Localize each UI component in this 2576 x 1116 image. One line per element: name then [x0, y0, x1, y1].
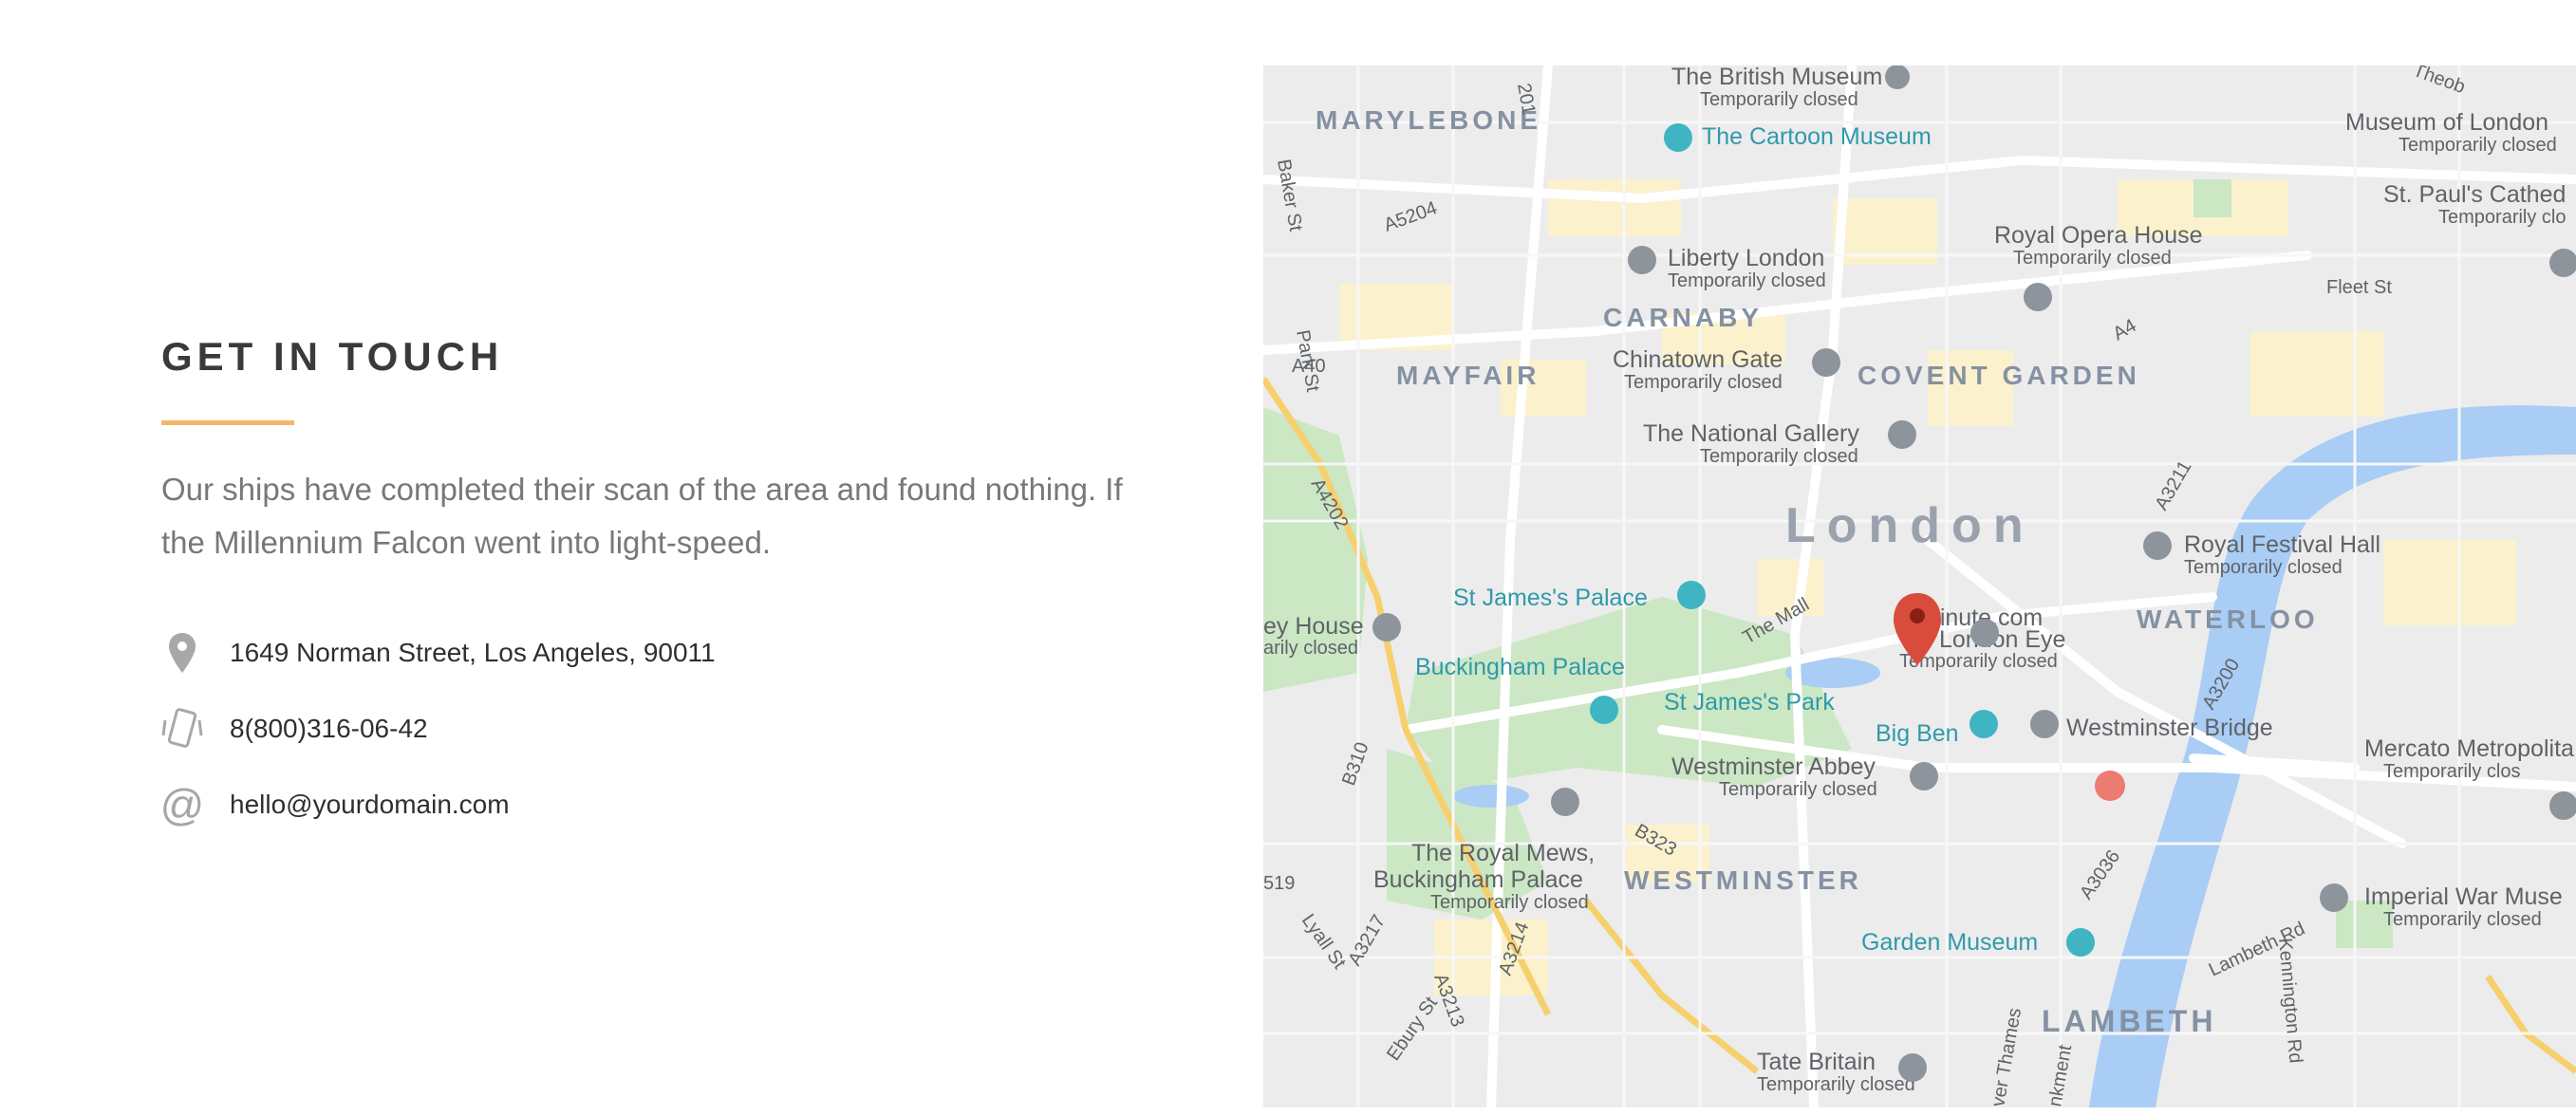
- poi-note: Temporarily closed: [1700, 89, 1858, 110]
- poi-label: Imperial War Muse: [2364, 884, 2563, 910]
- poi-label: Garden Museum: [1861, 929, 2038, 956]
- map-canvas[interactable]: MARYLEBONE CARNABY MAYFAIR COVENT GARDEN…: [1263, 65, 2576, 1107]
- poi-note: Temporarily clo: [2438, 207, 2566, 228]
- contact-info-list: 1649 Norman Street, Los Angeles, 90011 8…: [159, 615, 716, 843]
- poi-label: Mercato Metropolita: [2364, 735, 2574, 762]
- location-pin-icon: [161, 630, 203, 676]
- poi-note: Temporarily closed: [1757, 1074, 1915, 1095]
- poi-label: Buckingham Palace: [1373, 866, 1583, 893]
- contact-address: 1649 Norman Street, Los Angeles, 90011: [161, 615, 716, 691]
- address-text: 1649 Norman Street, Los Angeles, 90011: [230, 638, 716, 667]
- poi-note: Temporarily closed: [1719, 779, 1877, 800]
- phone-icon: [161, 706, 203, 752]
- contact-heading: GET IN TOUCH: [161, 334, 504, 379]
- poi-note: Temporarily closed: [1700, 446, 1858, 467]
- district-label: LAMBETH: [2042, 1004, 2216, 1038]
- email-text[interactable]: hello@yourdomain.com: [230, 790, 510, 820]
- phone-text[interactable]: 8(800)316-06-42: [230, 714, 428, 744]
- poi-label: Buckingham Palace: [1415, 654, 1625, 680]
- poi-note: Temporarily closed: [2383, 909, 2542, 930]
- at-sign-icon: @: [159, 780, 205, 829]
- poi-label: Big Ben: [1876, 720, 1959, 747]
- poi-note: Temporarily closed: [2013, 248, 2172, 269]
- district-label: MAYFAIR: [1396, 361, 1540, 390]
- poi-label: Museum of London: [2345, 109, 2548, 136]
- contact-phone: 8(800)316-06-42: [161, 691, 716, 767]
- district-label: MARYLEBONE: [1316, 105, 1541, 135]
- poi-note: Temporarily closed: [1624, 372, 1783, 393]
- road-label: 519: [1263, 873, 1295, 894]
- city-label: London: [1785, 498, 2035, 553]
- poi-label: Tate Britain: [1757, 1049, 1876, 1075]
- heading-underline: [161, 420, 294, 425]
- poi-note: Temporarily closed: [1668, 270, 1826, 291]
- district-label: CARNABY: [1603, 303, 1763, 332]
- poi-label: ey House: [1263, 613, 1364, 640]
- district-label: COVENT GARDEN: [1857, 361, 2140, 390]
- poi-label: Westminster Bridge: [2066, 715, 2273, 741]
- poi-label: Royal Opera House: [1994, 222, 2203, 249]
- poi-label: St James's Park: [1664, 689, 1835, 716]
- poi-note: Temporarily closed: [2399, 135, 2557, 156]
- poi-label: Westminster Abbey: [1671, 753, 1876, 780]
- poi-note: arily closed: [1263, 638, 1358, 659]
- contact-email: @ hello@yourdomain.com: [159, 767, 716, 843]
- poi-label: Chinatown Gate: [1613, 346, 1783, 373]
- poi-label: London Eye: [1939, 626, 2065, 653]
- poi-note: Temporarily closed: [1430, 892, 1589, 913]
- poi-label: St. Paul's Cathed: [2383, 181, 2566, 208]
- map-embed[interactable]: MARYLEBONE CARNABY MAYFAIR COVENT GARDEN…: [1263, 65, 2576, 1107]
- poi-label: Royal Festival Hall: [2184, 531, 2380, 558]
- poi-label: The British Museum: [1671, 65, 1882, 90]
- poi-label: Liberty London: [1668, 245, 1824, 271]
- poi-label: St James's Palace: [1453, 585, 1648, 611]
- poi-label: The National Gallery: [1643, 420, 1859, 447]
- poi-label: The Royal Mews,: [1411, 840, 1595, 866]
- road-label: Fleet St: [2326, 277, 2392, 298]
- contact-intro: Our ships have completed their scan of t…: [161, 472, 1123, 560]
- poi-label: The Cartoon Museum: [1702, 123, 1932, 150]
- poi-note: Temporarily closed: [2184, 557, 2343, 578]
- poi-note: Temporarily clos: [2383, 761, 2520, 782]
- district-label: WATERLOO: [2137, 604, 2319, 634]
- district-label: WESTMINSTER: [1624, 865, 1862, 895]
- contact-section: GET IN TOUCH Our ships have completed th…: [159, 0, 1167, 1116]
